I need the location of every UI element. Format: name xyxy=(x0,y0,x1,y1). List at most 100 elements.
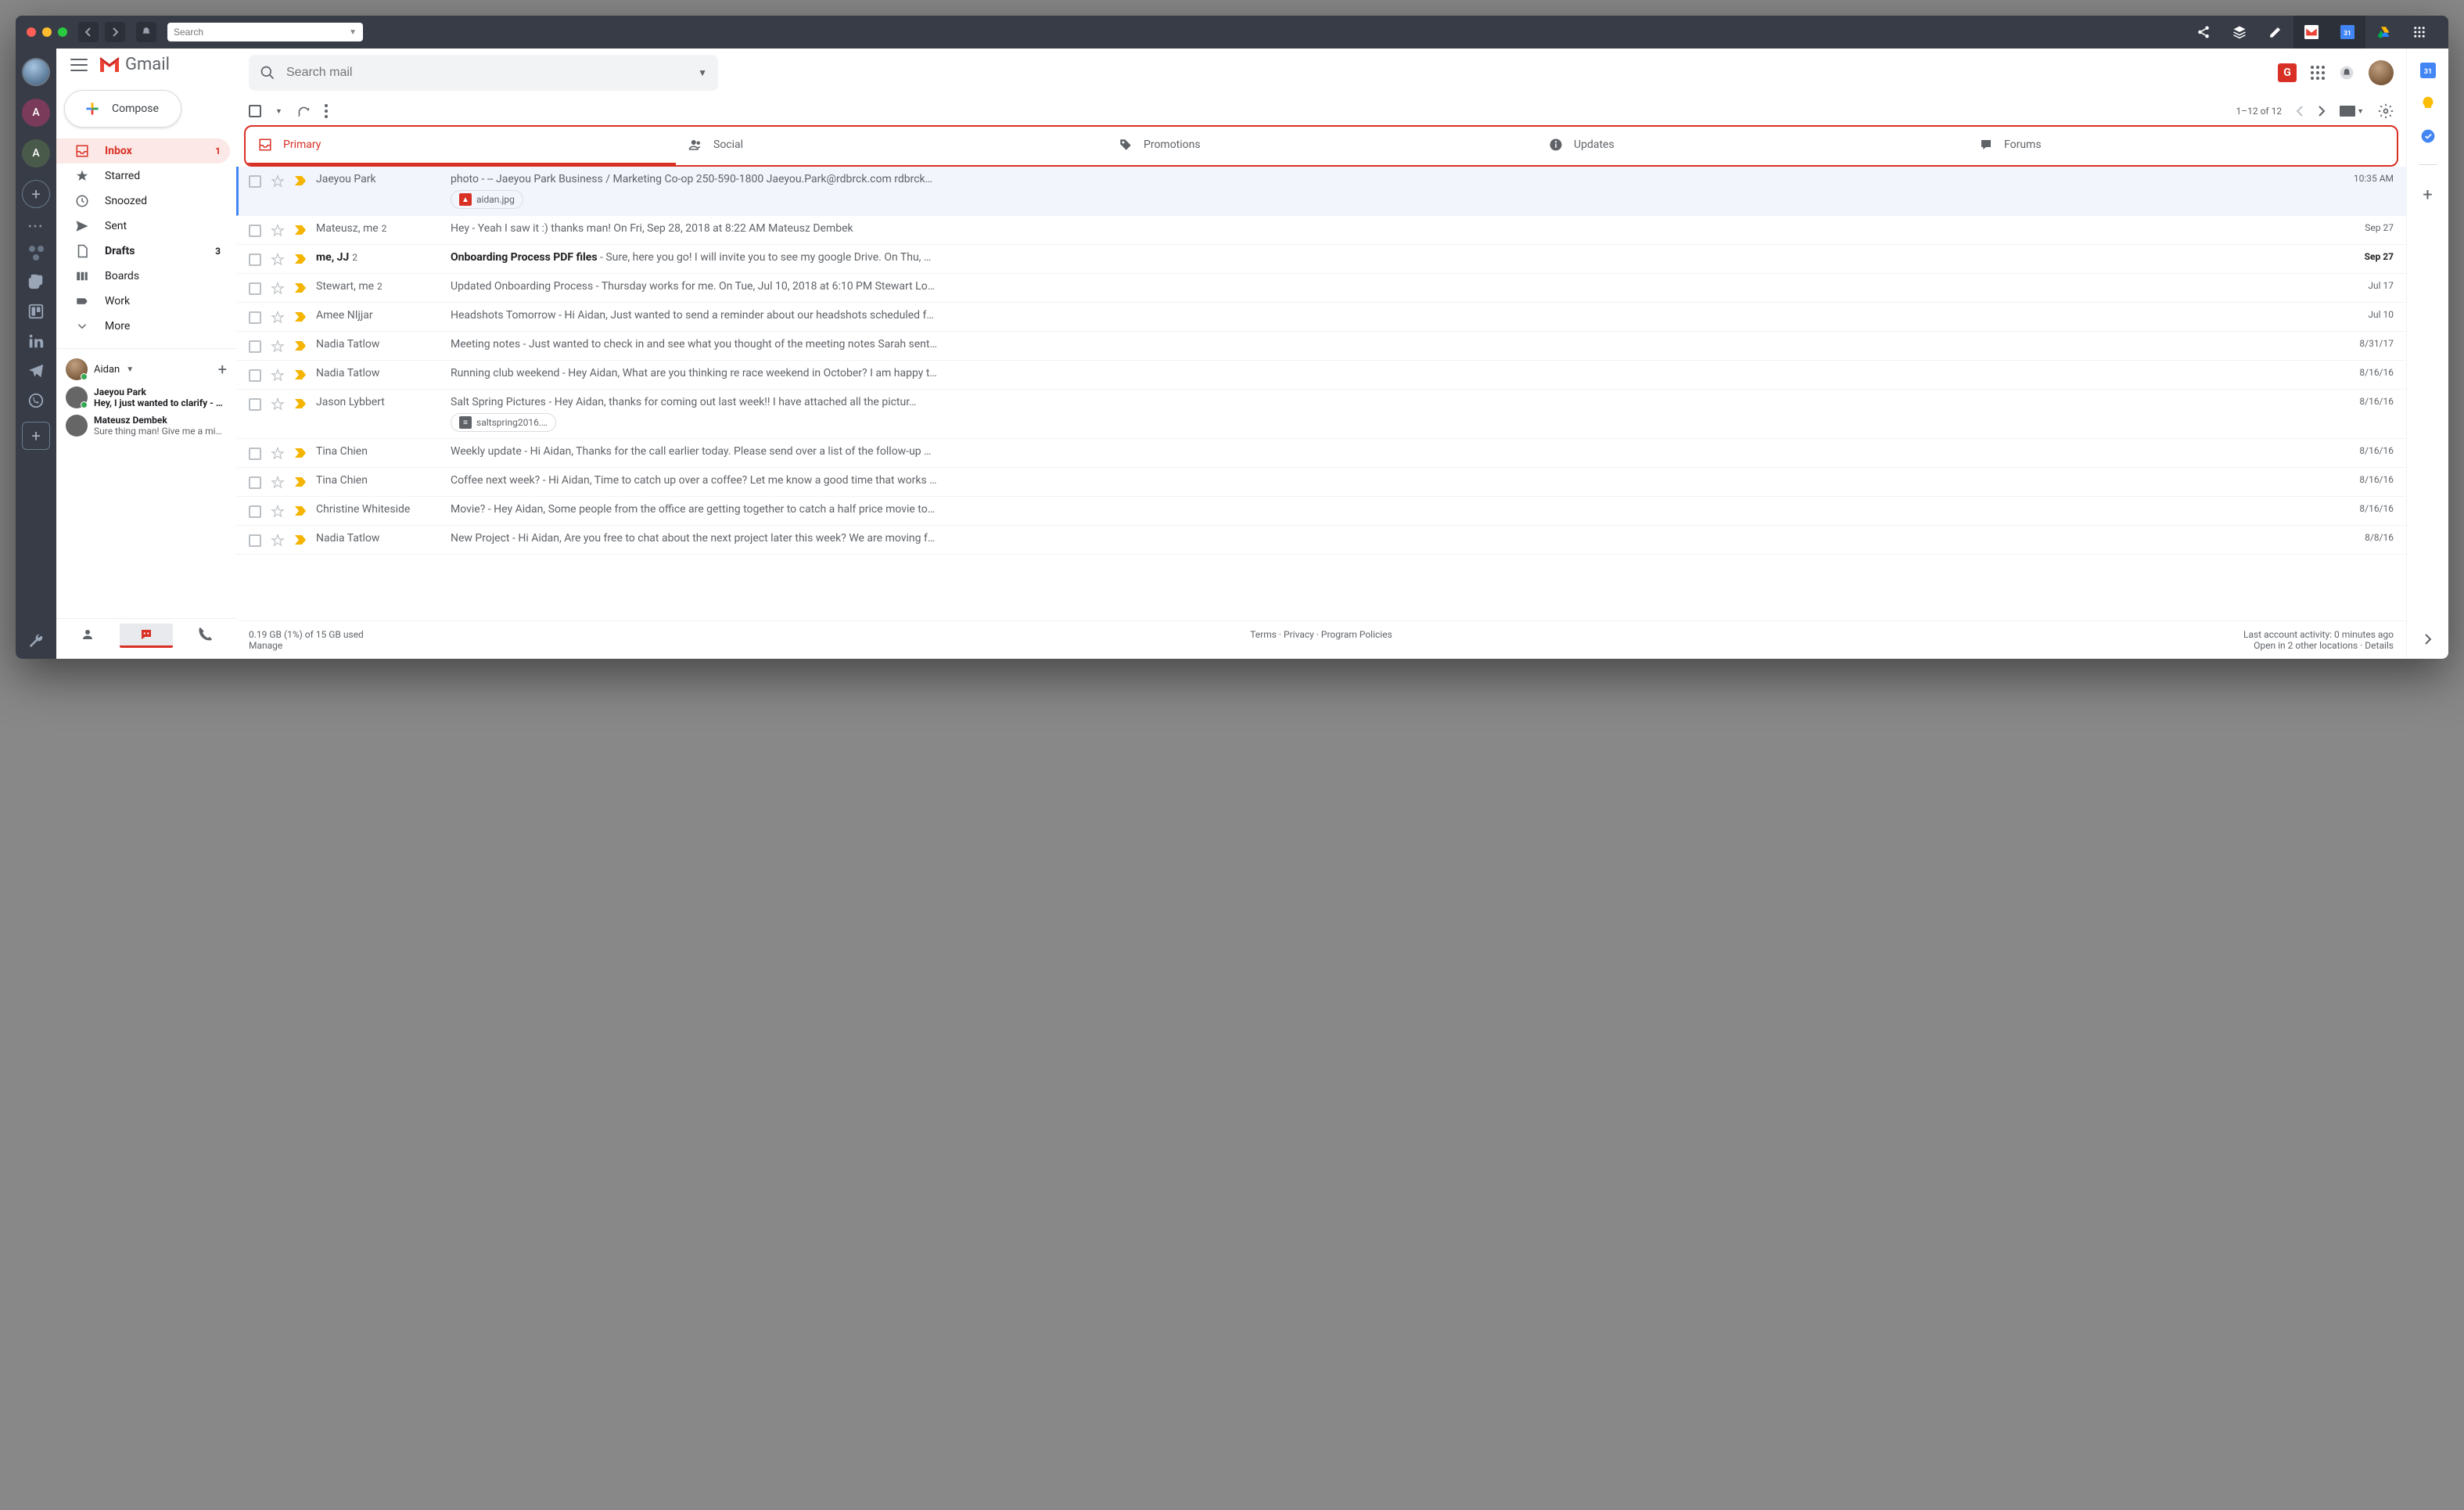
mail-row[interactable]: Tina Chien Weekly update - Hi Aidan, Tha… xyxy=(236,439,2406,468)
add-workspace-button[interactable]: + xyxy=(22,180,50,208)
importance-icon[interactable] xyxy=(294,175,307,186)
input-tools-icon[interactable]: ▼ xyxy=(2340,106,2364,117)
mail-checkbox[interactable] xyxy=(249,340,261,353)
star-icon[interactable] xyxy=(271,369,285,383)
footer-links[interactable]: Terms · Privacy · Program Policies xyxy=(964,629,1679,651)
share-icon[interactable] xyxy=(2186,16,2222,49)
workspace-avatar-2[interactable]: A xyxy=(22,99,50,127)
app-search[interactable]: ▼ xyxy=(167,23,363,41)
mail-row[interactable]: Mateusz, me 2 Hey - Yeah I saw it :) tha… xyxy=(236,216,2406,245)
importance-icon[interactable] xyxy=(294,448,307,458)
telegram-icon[interactable] xyxy=(27,362,45,379)
mail-checkbox[interactable] xyxy=(249,253,261,266)
importance-icon[interactable] xyxy=(294,311,307,322)
star-icon[interactable] xyxy=(271,476,285,490)
star-icon[interactable] xyxy=(271,505,285,519)
gmail-app-icon[interactable] xyxy=(2293,16,2329,49)
importance-icon[interactable] xyxy=(294,225,307,235)
mail-row[interactable]: Jaeyou Park photo - -- Jaeyou Park Busin… xyxy=(236,167,2406,216)
tasks-addon-icon[interactable] xyxy=(2420,128,2436,144)
layers-icon[interactable] xyxy=(2222,16,2257,49)
importance-icon[interactable] xyxy=(294,253,307,264)
star-icon[interactable] xyxy=(271,311,285,325)
nav-snoozed[interactable]: Snoozed xyxy=(56,189,230,214)
settings-wrench-icon[interactable] xyxy=(27,632,45,649)
importance-icon[interactable] xyxy=(294,534,307,545)
workspace-avatar-1[interactable] xyxy=(22,58,50,86)
mail-checkbox[interactable] xyxy=(249,225,261,237)
nav-sent[interactable]: Sent xyxy=(56,214,230,239)
tab-promotions[interactable]: Promotions xyxy=(1106,127,1536,165)
importance-icon[interactable] xyxy=(294,340,307,351)
calendar-app-icon[interactable]: 31 xyxy=(2329,16,2365,49)
nav-inbox[interactable]: Inbox1 xyxy=(56,138,230,164)
menu-icon[interactable] xyxy=(70,59,88,71)
tab-social[interactable]: Social xyxy=(676,127,1106,165)
mail-checkbox[interactable] xyxy=(249,369,261,382)
mail-checkbox[interactable] xyxy=(249,175,261,188)
tab-primary[interactable]: Primary xyxy=(246,127,676,165)
mail-row[interactable]: me, JJ 2 Onboarding Process PDF files - … xyxy=(236,245,2406,274)
more-icon[interactable] xyxy=(325,104,328,118)
mail-row[interactable]: Christine Whiteside Movie? - Hey Aidan, … xyxy=(236,497,2406,526)
tab-updates[interactable]: Updates xyxy=(1536,127,1967,165)
notifications-icon[interactable] xyxy=(2339,65,2354,81)
refresh-icon[interactable] xyxy=(296,104,311,118)
hangouts-chat-tab[interactable] xyxy=(120,624,172,648)
drive-app-icon[interactable] xyxy=(2365,16,2401,49)
evernote-icon[interactable] xyxy=(27,273,45,290)
star-icon[interactable] xyxy=(271,447,285,461)
linkedin-icon[interactable] xyxy=(27,333,45,350)
importance-icon[interactable] xyxy=(294,282,307,293)
apps-grid-icon[interactable] xyxy=(2401,16,2437,49)
chat-item[interactable]: Jaeyou ParkHey, I just wanted to clarify… xyxy=(56,383,236,412)
importance-icon[interactable] xyxy=(294,398,307,409)
star-icon[interactable] xyxy=(271,282,285,296)
prev-page-icon[interactable] xyxy=(2296,106,2304,117)
minimize-window-icon[interactable] xyxy=(42,27,52,37)
maximize-window-icon[interactable] xyxy=(58,27,67,37)
keep-addon-icon[interactable] xyxy=(2420,95,2436,111)
chevron-down-icon[interactable]: ▼ xyxy=(126,365,134,374)
dock-cluster-icon[interactable] xyxy=(27,246,45,261)
nav-boards[interactable]: Boards xyxy=(56,264,230,289)
mail-checkbox[interactable] xyxy=(249,282,261,295)
close-window-icon[interactable] xyxy=(27,27,36,37)
app-search-input[interactable] xyxy=(174,27,349,38)
mail-search[interactable]: ▼ xyxy=(249,55,718,91)
select-all-checkbox[interactable] xyxy=(249,105,261,117)
mail-row[interactable]: Nadia Tatlow Meeting notes - Just wanted… xyxy=(236,332,2406,361)
search-options-icon[interactable]: ▼ xyxy=(698,67,707,78)
add-app-button[interactable]: + xyxy=(22,422,50,450)
trello-icon[interactable] xyxy=(27,303,45,320)
select-all-dropdown-icon[interactable]: ▼ xyxy=(275,107,282,116)
hangouts-contacts-tab[interactable] xyxy=(61,624,113,648)
mail-row[interactable]: Amee NIjjar Headshots Tomorrow - Hi Aida… xyxy=(236,303,2406,332)
star-icon[interactable] xyxy=(271,253,285,267)
hangouts-user[interactable]: Aidan ▼ + xyxy=(56,355,236,383)
get-addons-button[interactable]: + xyxy=(2423,185,2432,205)
tab-forums[interactable]: Forums xyxy=(1967,127,2397,165)
mail-row[interactable]: Nadia Tatlow Running club weekend - Hey … xyxy=(236,361,2406,390)
collapse-rail-icon[interactable] xyxy=(2423,634,2433,645)
google-apps-icon[interactable] xyxy=(2311,66,2325,80)
importance-icon[interactable] xyxy=(294,505,307,516)
hangouts-phone-tab[interactable] xyxy=(179,624,232,648)
attachment-chip[interactable]: ▲aidan.jpg xyxy=(451,190,523,209)
gmail-logo[interactable]: Gmail xyxy=(99,55,170,74)
importance-icon[interactable] xyxy=(294,476,307,487)
star-icon[interactable] xyxy=(271,397,285,412)
mail-checkbox[interactable] xyxy=(249,398,261,411)
mail-row[interactable]: Jason Lybbert Salt Spring Pictures - Hey… xyxy=(236,390,2406,439)
mail-row[interactable]: Nadia Tatlow New Project - Hi Aidan, Are… xyxy=(236,526,2406,555)
attachment-chip[interactable]: ≡saltspring2016.… xyxy=(451,413,556,432)
importance-icon[interactable] xyxy=(294,369,307,380)
manage-storage-link[interactable]: Manage xyxy=(249,640,282,651)
star-icon[interactable] xyxy=(271,174,285,189)
mail-checkbox[interactable] xyxy=(249,534,261,547)
star-icon[interactable] xyxy=(271,224,285,238)
mail-checkbox[interactable] xyxy=(249,476,261,489)
notifications-button[interactable] xyxy=(136,22,156,42)
account-avatar[interactable] xyxy=(2369,60,2394,85)
compose-button[interactable]: Compose xyxy=(64,90,181,128)
